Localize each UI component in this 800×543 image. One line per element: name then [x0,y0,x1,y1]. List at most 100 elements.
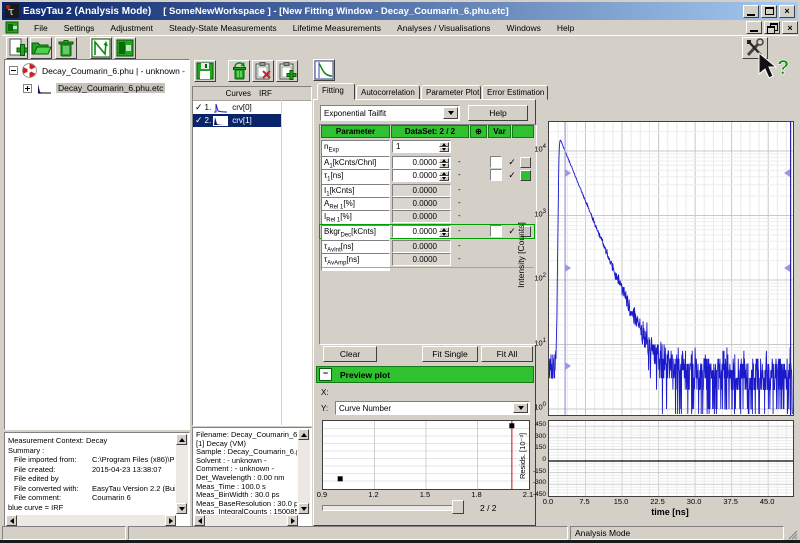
export-button[interactable] [114,37,136,59]
scroll-right-button[interactable] [165,515,176,526]
scroll-up-button[interactable] [176,434,187,445]
tick-label: 45.0 [755,497,779,506]
mdi-child-icon[interactable] [5,21,20,34]
open-button[interactable] [30,37,52,59]
curve-slider-track[interactable] [322,505,459,511]
tree-child-row[interactable]: Decay_Coumarin_6.phu.etc [23,82,189,94]
preview-data-point [509,423,514,428]
param-value-input[interactable]: 0.0000 [392,156,451,169]
menu-help[interactable]: Help [549,22,582,34]
fit-single-button[interactable]: Fit Single [422,346,478,362]
close-button[interactable]: × [779,5,795,18]
save-curve-button[interactable] [194,60,216,82]
menu-lifetime[interactable]: Lifetime Measurements [285,22,389,34]
curve-row-1-selected[interactable]: ✓ 2. crv[1] [193,114,281,127]
new-workspace-button[interactable] [6,37,28,59]
scroll-right-button[interactable] [287,515,298,526]
vertical-scrollbar[interactable] [176,434,188,514]
dropdown-button[interactable] [443,107,458,119]
dataset-dash: - [456,240,470,251]
info-value: 2015-04-23 13:38:07 [92,465,162,475]
mdi-minimize-button[interactable] [746,21,762,34]
parameter-table: Parameter DataSet: 2 / 2 ⊕ Var nExp 1 A1… [319,124,537,345]
menu-windows[interactable]: Windows [498,22,548,34]
param-options-button[interactable] [520,157,531,168]
tab-autocorrelation[interactable]: Autocorrelation [356,85,420,100]
tree-root-row[interactable]: Decay_Coumarin_6.phu | - unknown - [9,63,189,78]
delete-button[interactable] [55,37,77,59]
menubar: File Settings Adjustment Steady-State Me… [2,20,798,35]
fit-model-select[interactable]: Exponential Tailfit [320,105,460,121]
horizontal-scrollbar[interactable] [6,515,176,526]
clear-button[interactable]: Clear [323,346,377,362]
scroll-left-button[interactable] [6,515,17,526]
workspace-tree-panel[interactable]: Decay_Coumarin_6.phu | - unknown - Decay… [4,59,190,430]
preview-x-label: X: [321,388,329,397]
curve-slider-handle[interactable] [452,500,464,514]
param-value-input[interactable]: 0.0000 [392,169,451,182]
column-header-parameter: Parameter [321,125,390,138]
visible-check-icon[interactable]: ✓ [195,102,203,113]
param-value-input[interactable]: 0.0000 [392,225,451,238]
help-button[interactable]: Help [468,105,528,121]
spinner[interactable] [439,227,449,237]
vertical-scrollbar[interactable] [298,429,310,514]
mdi-close-button[interactable]: × [782,21,798,34]
save-icon [195,61,215,81]
collapse-section-button[interactable]: − [319,368,332,381]
curve-name[interactable]: crv[0] [232,103,252,112]
preview-plot[interactable] [322,420,530,490]
menu-adjustment[interactable]: Adjustment [102,22,161,34]
measurement-context-text: Measurement Context:Decay Summary : File… [8,436,175,514]
curve-thumbnail-icon [213,103,228,113]
tab-parameter-plot[interactable]: Parameter Plot [421,85,481,100]
tree-root-label[interactable]: Decay_Coumarin_6.phu | - unknown - [42,66,185,76]
spinner[interactable] [439,171,449,181]
curve-name[interactable]: crv[1] [232,116,252,125]
minimize-button[interactable] [743,5,759,18]
curve-row-0[interactable]: ✓ 1. crv[0] [193,101,311,114]
curves-list-panel[interactable]: Curves IRF ✓ 1. crv[0] ✓ 2. crv[1] [192,86,312,426]
titlebar[interactable]: τ EasyTau 2 (Analysis Mode) [ SomeNewWor… [2,2,798,20]
global-link-icon[interactable]: ⊕ [470,125,487,138]
remove-from-clipboard-button[interactable] [252,60,274,82]
add-to-clipboard-button[interactable] [276,60,298,82]
decay-plot[interactable] [548,121,794,416]
preview-x-select[interactable]: Curve Number [335,401,530,415]
tab-error-estimation[interactable]: Error Estimation [482,85,548,100]
link-checkbox[interactable] [490,156,502,168]
menu-settings[interactable]: Settings [56,22,103,34]
scroll-left-button[interactable] [194,515,205,526]
mdi-restore-button[interactable] [764,21,780,34]
fit-all-button[interactable]: Fit All [481,346,533,362]
maximize-button[interactable] [761,5,777,18]
expand-expander-icon[interactable] [23,84,32,93]
column-header-dataset[interactable]: DataSet: 2 / 2 [391,125,469,138]
scroll-down-button[interactable] [176,503,187,514]
menu-steady-state[interactable]: Steady-State Measurements [161,22,285,34]
visible-check-icon[interactable]: ✓ [195,115,203,126]
fit-window-button[interactable] [313,59,335,81]
residuals-plot[interactable] [548,420,794,497]
clear-curves-button[interactable] [228,60,250,82]
scroll-down-button[interactable] [298,503,309,514]
param-value-input[interactable]: 1 [392,140,451,153]
resize-grip[interactable] [786,528,798,540]
main-toolbar [2,35,798,60]
horizontal-scrollbar[interactable] [194,515,298,526]
spinner[interactable] [439,142,449,152]
menu-file[interactable]: File [26,22,56,34]
link-checkbox[interactable] [490,225,502,237]
column-header-var: Var [488,125,511,138]
analysis-window-button[interactable] [90,37,112,59]
menu-analyses[interactable]: Analyses / Visualisations [389,22,498,34]
collapse-expander-icon[interactable] [9,66,18,75]
tab-fitting[interactable]: Fitting [317,83,355,100]
scroll-up-button[interactable] [298,429,309,440]
dataset-dash: - [456,253,470,264]
tree-child-label[interactable]: Decay_Coumarin_6.phu.etc [56,83,165,93]
link-checkbox[interactable] [490,169,502,181]
var-checkbox[interactable]: ✓ [506,156,518,168]
dropdown-button[interactable] [513,403,528,413]
spinner[interactable] [439,158,449,168]
